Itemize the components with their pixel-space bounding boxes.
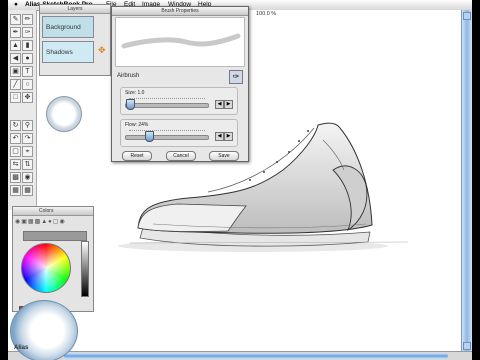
pen-tool-icon[interactable]: ✒ — [10, 27, 21, 38]
zoom-label: 100.0 % — [256, 11, 277, 17]
rect-tool-icon[interactable]: □ — [10, 92, 21, 103]
reset-button[interactable]: Reset — [122, 151, 152, 161]
scroll-down-arrow-icon[interactable] — [463, 342, 471, 350]
layer-tool-icon[interactable]: ▩ — [10, 172, 21, 183]
stroke-preview-graphic — [121, 33, 241, 49]
brush-properties-title: Brush Properties — [112, 7, 248, 16]
colors-panel: Colors ◉▣▦▩▲●▢◉ — [12, 206, 94, 312]
flip-tool-icon[interactable]: ⇆ — [10, 159, 21, 170]
tool-palette: ✎ ✏ ✒ ✑ ▲ ▮ ◀ ● ▣ T ╱ ○ □ ✥ ↻ ⚲ ↶ ↷ ▢ ⌖ … — [8, 10, 37, 210]
color-tool-icon[interactable]: ◉ — [22, 172, 33, 183]
cancel-button[interactable]: Cancel — [166, 151, 196, 161]
flow-increase-icon[interactable]: ▶ — [224, 132, 233, 141]
colors-title: Colors — [13, 207, 93, 216]
grid-tool-icon[interactable]: ▦ — [10, 185, 21, 196]
layer-item-shadows[interactable]: Shadows — [42, 41, 94, 63]
smudge-tool-icon[interactable]: ◀ — [10, 53, 21, 64]
horizontal-scroll-thumb[interactable] — [64, 353, 448, 359]
ellipse-tool-icon[interactable]: ○ — [22, 79, 33, 90]
flow-slider[interactable] — [125, 135, 209, 140]
current-color-bar[interactable] — [23, 231, 87, 241]
app-window: ● Alias SketchBook Pro File Edit Image W… — [8, 0, 472, 360]
alias-logo: Alias — [14, 345, 29, 351]
brush-tool-icon[interactable]: ✑ — [22, 27, 33, 38]
select-tool-icon[interactable]: ▢ — [10, 146, 21, 157]
flow-label: Flow: 24% — [125, 122, 149, 128]
line-tool-icon[interactable]: ╱ — [10, 79, 21, 90]
rotate-tool-icon[interactable]: ↻ — [10, 120, 21, 131]
apple-menu-icon[interactable]: ● — [14, 0, 18, 10]
scroll-up-arrow-icon[interactable] — [463, 12, 471, 20]
brush-puck-icon[interactable] — [46, 96, 82, 132]
mirror-tool-icon[interactable]: ⇅ — [22, 159, 33, 170]
text-tool-icon[interactable]: T — [22, 66, 33, 77]
fill-tool-icon[interactable]: ▣ — [10, 66, 21, 77]
size-slider-thumb[interactable] — [126, 99, 135, 110]
eraser-tool-icon[interactable]: ▮ — [22, 40, 33, 51]
size-increase-icon[interactable]: ▶ — [224, 100, 233, 109]
value-slider[interactable] — [81, 241, 89, 297]
brush-properties-dialog: Brush Properties Airbrush ✑ Size: 1.0 ◀ … — [111, 6, 249, 162]
airbrush-tool-icon[interactable]: ▲ — [10, 40, 21, 51]
horizontal-scrollbar[interactable] — [8, 351, 472, 360]
blur-tool-icon[interactable]: ● — [22, 53, 33, 64]
vertical-scrollbar[interactable] — [461, 10, 472, 352]
lagoon-ring-icon[interactable] — [10, 300, 78, 360]
move-layer-icon[interactable]: ✥ — [98, 45, 108, 55]
brush-stroke-preview — [115, 17, 245, 67]
zoom-tool-icon[interactable]: ⚲ — [22, 120, 33, 131]
flow-group: Flow: 24% ◀ ▶ — [120, 119, 238, 147]
pencil-tool-icon[interactable]: ✎ — [10, 14, 21, 25]
size-group: Size: 1.0 ◀ ▶ — [120, 87, 238, 115]
size-slider[interactable] — [125, 103, 209, 108]
save-button[interactable]: Save — [209, 151, 239, 161]
layers-title: Layers — [40, 5, 110, 14]
size-decrease-icon[interactable]: ◀ — [215, 100, 224, 109]
size-label: Size: 1.0 — [125, 90, 145, 96]
redo-tool-icon[interactable]: ↷ — [22, 133, 33, 144]
brush-name-label: Airbrush — [117, 73, 140, 79]
crop-tool-icon[interactable]: ⌖ — [22, 146, 33, 157]
layer-item-background[interactable]: Background — [42, 16, 94, 38]
move-tool-icon[interactable]: ✥ — [22, 92, 33, 103]
color-mode-icons[interactable]: ◉▣▦▩▲●▢◉ — [15, 218, 66, 225]
color-wheel[interactable] — [21, 243, 71, 293]
marker-tool-icon[interactable]: ✏ — [22, 14, 33, 25]
airbrush-icon[interactable]: ✑ — [229, 70, 243, 84]
flow-slider-thumb[interactable] — [145, 131, 154, 142]
layers-panel: Layers Background Shadows ✥ — [39, 4, 111, 76]
undo-tool-icon[interactable]: ↶ — [10, 133, 21, 144]
fullscreen-tool-icon[interactable]: ▦ — [22, 185, 33, 196]
flow-decrease-icon[interactable]: ◀ — [215, 132, 224, 141]
